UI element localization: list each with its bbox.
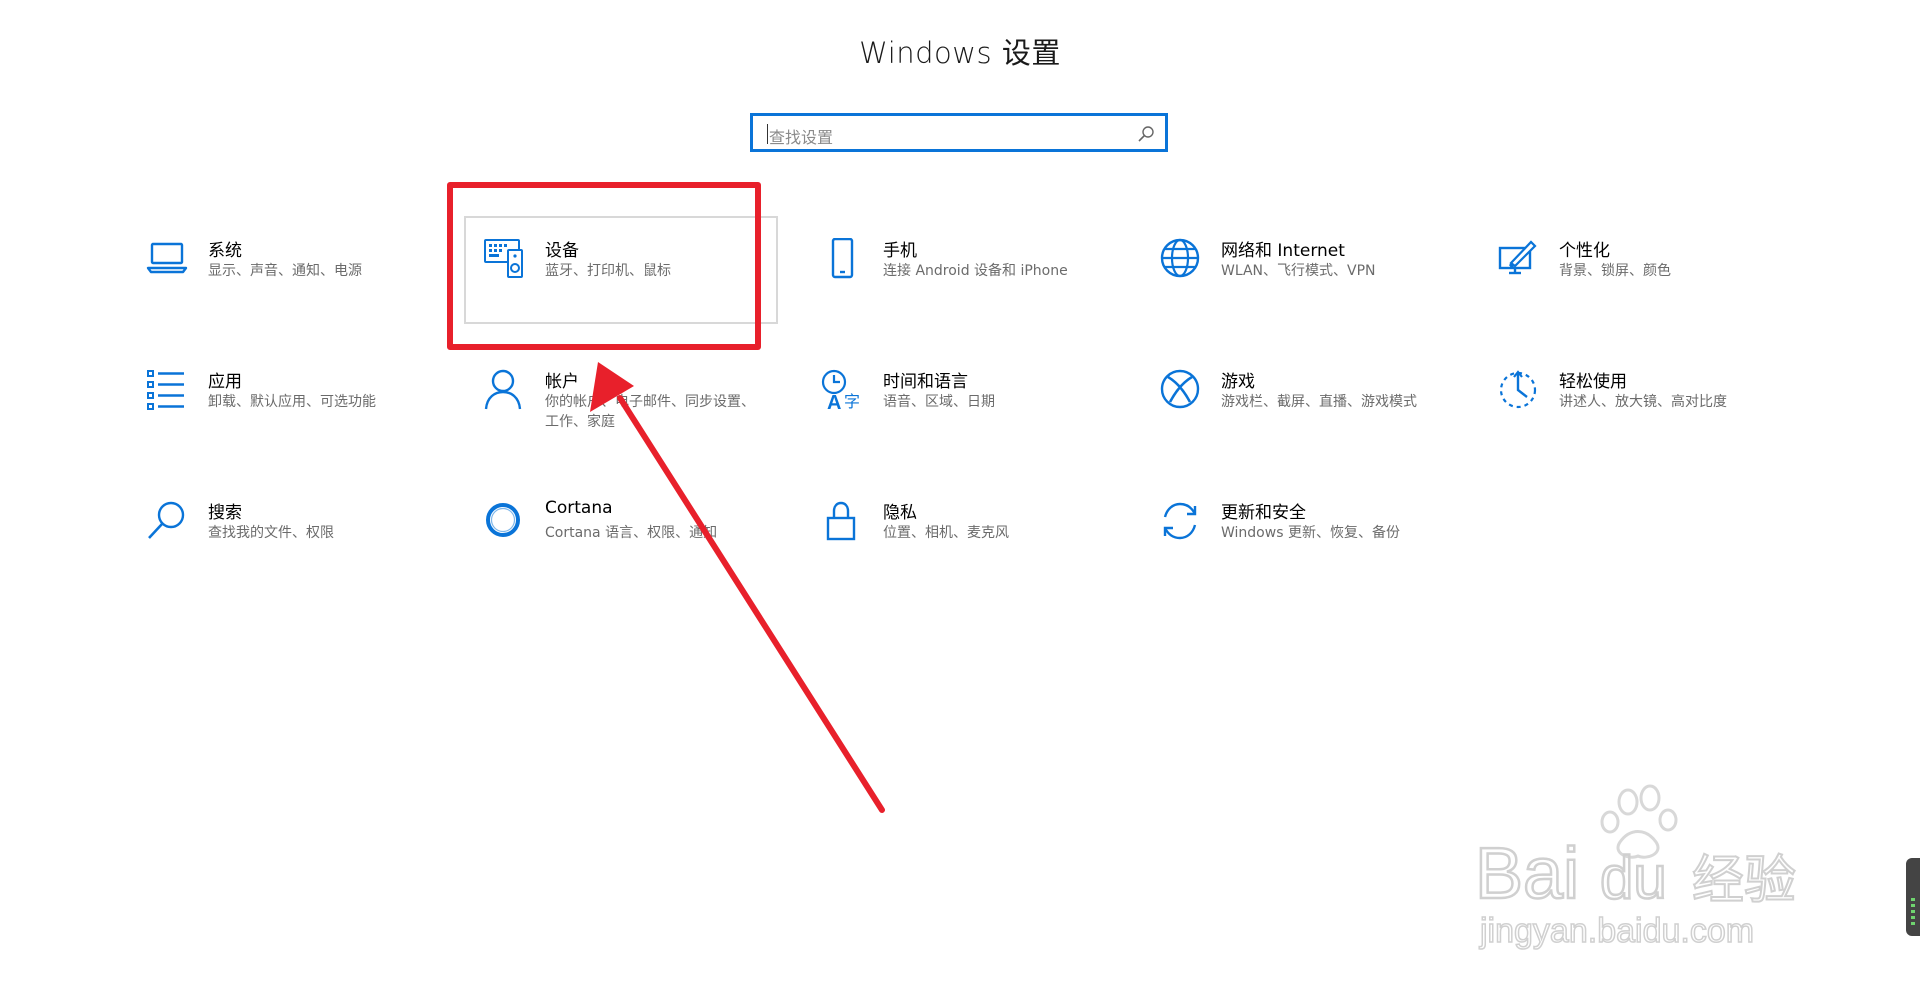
tile-name: 帐户 (545, 372, 579, 392)
tile-name: 游戏 (1221, 372, 1255, 392)
cortana-icon (486, 503, 520, 537)
tile-desc: 游戏栏、截屏、直播、游戏模式 (1221, 394, 1417, 410)
text-caret (767, 124, 768, 144)
tile-update-security[interactable]: 更新和安全 Windows 更新、恢复、备份 (1159, 498, 1489, 618)
tile-name: 网络和 Internet (1221, 241, 1345, 261)
tile-name: 更新和安全 (1221, 503, 1306, 523)
tile-ease-of-access[interactable]: 轻松使用 讲述人、放大镜、高对比度 (1497, 367, 1827, 487)
laptop-icon (146, 242, 188, 274)
tile-network[interactable]: 网络和 Internet WLAN、飞行模式、VPN (1159, 236, 1489, 356)
tile-desc: 背景、锁屏、颜色 (1559, 263, 1671, 279)
tile-desc: 讲述人、放大镜、高对比度 (1559, 394, 1727, 410)
tile-name: 个性化 (1559, 241, 1610, 261)
tile-desc: 位置、相机、麦克风 (883, 525, 1009, 541)
tile-name: 轻松使用 (1559, 372, 1627, 392)
tile-name: 搜索 (208, 503, 242, 523)
baidu-jingyan-watermark: Bai du 经验 jingyan.baidu.com (1474, 784, 1797, 951)
tile-apps[interactable]: 应用 卸载、默认应用、可选功能 (146, 367, 476, 487)
globe-icon (1160, 238, 1200, 278)
tile-phone[interactable]: 手机 连接 Android 设备和 iPhone (821, 236, 1151, 356)
personalization-icon (1498, 240, 1537, 275)
tile-desc: 连接 Android 设备和 iPhone (883, 263, 1068, 279)
tile-name: 时间和语言 (883, 372, 968, 392)
tile-name: 手机 (883, 241, 917, 261)
tile-name: 系统 (208, 241, 242, 261)
person-icon (484, 369, 522, 410)
tile-desc: Cortana 语言、权限、通知 (545, 525, 718, 541)
tile-desc: 查找我的文件、权限 (208, 525, 334, 541)
svg-text:A: A (827, 392, 841, 411)
svg-text:字: 字 (844, 392, 860, 411)
tile-desc: 显示、声音、通知、电源 (208, 263, 362, 279)
update-icon (1163, 502, 1197, 540)
tile-name: 隐私 (883, 503, 917, 523)
xbox-icon (1160, 369, 1200, 409)
tile-personalization[interactable]: 个性化 背景、锁屏、颜色 (1497, 236, 1827, 356)
phone-icon (831, 238, 854, 279)
svg-text:经验: 经验 (1692, 851, 1796, 911)
tile-desc: 你的帐户、电子邮件、同步设置、工作、家庭 (545, 394, 755, 430)
search-input[interactable]: 查找设置 (750, 113, 1168, 152)
tile-privacy[interactable]: 隐私 位置、相机、麦克风 (821, 498, 1151, 618)
tile-system[interactable]: 系统 显示、声音、通知、电源 (146, 236, 476, 356)
tile-time-language[interactable]: A 字 时间和语言 语音、区域、日期 (821, 367, 1151, 487)
search-icon (148, 501, 185, 539)
tile-accounts[interactable]: 帐户 你的帐户、电子邮件、同步设置、工作、家庭 (483, 367, 813, 487)
apps-list-icon (147, 370, 184, 410)
tile-desc: 语音、区域、日期 (883, 394, 995, 410)
watermark-url: jingyan.baidu.com (1479, 912, 1754, 950)
tile-name: 应用 (208, 372, 242, 392)
tile-desc: 卸载、默认应用、可选功能 (208, 394, 376, 410)
time-language-icon: A 字 (821, 369, 860, 411)
annotation-highlight-box (447, 182, 761, 350)
side-volume-meter (1906, 858, 1920, 936)
tile-cortana[interactable]: Cortana Cortana 语言、权限、通知 (483, 498, 813, 618)
svg-text:Bai: Bai (1475, 834, 1579, 914)
search-placeholder: 查找设置 (769, 128, 834, 147)
tile-desc: Windows 更新、恢复、备份 (1221, 525, 1400, 541)
page-title: Windows 设置 (859, 36, 1061, 70)
ease-of-access-icon (1499, 370, 1537, 409)
svg-text:du: du (1600, 844, 1667, 911)
tile-search[interactable]: 搜索 查找我的文件、权限 (146, 498, 476, 618)
lock-icon (826, 501, 856, 541)
tile-gaming[interactable]: 游戏 游戏栏、截屏、直播、游戏模式 (1159, 367, 1489, 487)
search-icon (1138, 126, 1154, 142)
tile-name: Cortana (545, 498, 613, 518)
tile-desc: WLAN、飞行模式、VPN (1221, 263, 1376, 279)
